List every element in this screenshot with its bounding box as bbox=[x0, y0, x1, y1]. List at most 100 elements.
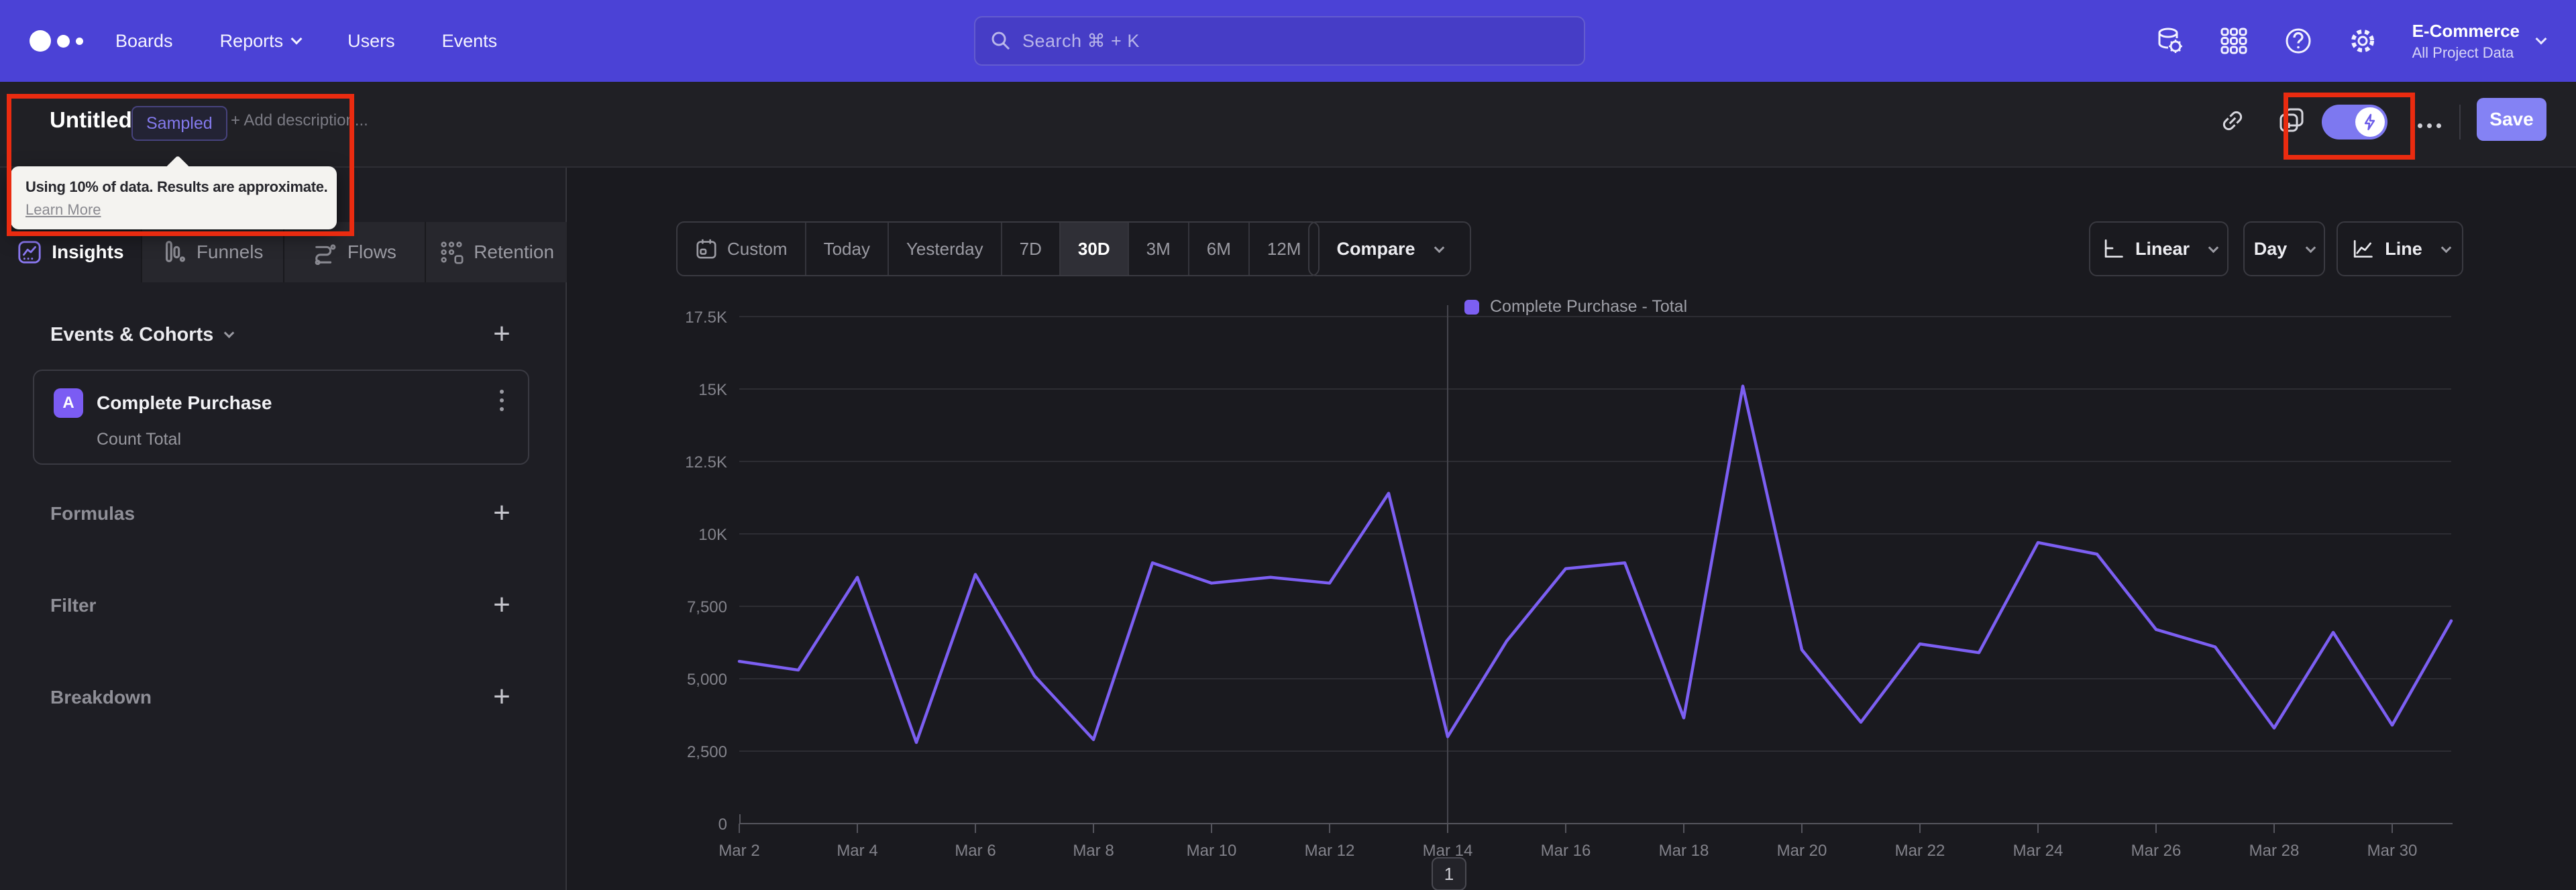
events-cohorts-heading[interactable]: Events & Cohorts bbox=[50, 324, 235, 346]
svg-text:Mar 18: Mar 18 bbox=[1659, 842, 1709, 860]
svg-text:Mar 26: Mar 26 bbox=[2131, 842, 2182, 860]
svg-text:Mar 6: Mar 6 bbox=[955, 842, 996, 860]
linear-scale-icon bbox=[2104, 239, 2123, 258]
nav-item-boards[interactable]: Boards bbox=[115, 31, 173, 52]
retention-icon bbox=[441, 241, 464, 264]
lightning-bolt-icon bbox=[2364, 113, 2375, 131]
svg-text:15K: 15K bbox=[698, 381, 727, 399]
svg-text:12.5K: 12.5K bbox=[685, 453, 727, 471]
search-placeholder: Search ⌘ + K bbox=[1022, 30, 1140, 51]
svg-text:Mar 2: Mar 2 bbox=[718, 842, 759, 860]
event-metric[interactable]: Count Total bbox=[97, 430, 181, 449]
range-yesterday[interactable]: Yesterday bbox=[887, 223, 1001, 275]
event-letter-badge: A bbox=[54, 388, 83, 418]
search-input[interactable]: Search ⌘ + K bbox=[974, 16, 1585, 66]
apps-grid-icon[interactable] bbox=[2219, 26, 2249, 56]
svg-text:Mar 8: Mar 8 bbox=[1073, 842, 1114, 860]
flows-icon bbox=[315, 244, 336, 265]
tab-retention[interactable]: Retention bbox=[425, 222, 567, 282]
date-range-control: Custom Today Yesterday 7D 30D 3M 6M 12M bbox=[676, 221, 1320, 276]
chevron-down-icon bbox=[224, 327, 235, 339]
svg-text:5,000: 5,000 bbox=[687, 671, 727, 689]
range-3m[interactable]: 3M bbox=[1127, 223, 1188, 275]
chevron-down-icon bbox=[290, 33, 303, 45]
project-name: E-Commerce bbox=[2412, 20, 2520, 41]
data-management-icon[interactable] bbox=[2155, 26, 2184, 56]
svg-text:17.5K: 17.5K bbox=[685, 309, 727, 327]
add-filter-button[interactable]: + bbox=[487, 590, 517, 621]
save-button[interactable]: Save bbox=[2477, 98, 2546, 141]
tab-funnels[interactable]: Funnels bbox=[140, 222, 283, 282]
search-icon bbox=[991, 32, 1010, 50]
sampled-badge[interactable]: Sampled bbox=[131, 106, 227, 141]
interval-selector[interactable]: Day bbox=[2243, 221, 2325, 276]
mixpanel-logo-icon[interactable] bbox=[30, 30, 83, 52]
nav-item-users[interactable]: Users bbox=[347, 31, 395, 52]
workspace: Insights Funnels Flows Retention Events … bbox=[0, 168, 2576, 890]
svg-text:2,500: 2,500 bbox=[687, 743, 727, 761]
range-today[interactable]: Today bbox=[804, 223, 888, 275]
event-options-button[interactable] bbox=[500, 390, 504, 411]
learn-more-link[interactable]: Learn More bbox=[25, 201, 101, 219]
svg-text:Mar 28: Mar 28 bbox=[2249, 842, 2300, 860]
project-selector[interactable]: E-Commerce All Project Data bbox=[2412, 20, 2547, 62]
svg-text:Mar 24: Mar 24 bbox=[2013, 842, 2063, 860]
chart-type-selector[interactable]: Line bbox=[2337, 221, 2463, 276]
copy-link-icon[interactable] bbox=[2218, 106, 2247, 135]
svg-text:Mar 4: Mar 4 bbox=[837, 842, 877, 860]
range-7d[interactable]: 7D bbox=[1000, 223, 1059, 275]
more-options-button[interactable] bbox=[2418, 123, 2441, 128]
svg-text:0: 0 bbox=[718, 816, 727, 834]
svg-text:10K: 10K bbox=[698, 526, 727, 544]
pagination-page-1[interactable]: 1 bbox=[1432, 857, 1466, 890]
svg-text:7,500: 7,500 bbox=[687, 598, 727, 616]
svg-text:Mar 20: Mar 20 bbox=[1777, 842, 1827, 860]
funnels-icon bbox=[165, 241, 185, 262]
event-card[interactable]: A Complete Purchase Count Total bbox=[33, 370, 529, 465]
compare-button[interactable]: Compare bbox=[1308, 221, 1471, 276]
project-scope: All Project Data bbox=[2412, 44, 2514, 61]
mixpanel-insights-screen: Boards Reports Users Events Search ⌘ + K bbox=[0, 0, 2576, 890]
section-formulas: Formulas bbox=[50, 503, 136, 524]
scale-selector[interactable]: Linear bbox=[2089, 221, 2229, 276]
nav-item-reports[interactable]: Reports bbox=[220, 31, 303, 52]
tab-flows[interactable]: Flows bbox=[282, 222, 425, 282]
add-event-button[interactable]: + bbox=[487, 319, 517, 350]
add-description[interactable]: + Add description... bbox=[231, 111, 368, 130]
chevron-down-icon bbox=[2535, 33, 2547, 45]
help-icon[interactable] bbox=[2284, 26, 2313, 56]
svg-text:Mar 22: Mar 22 bbox=[1895, 842, 1945, 860]
range-custom[interactable]: Custom bbox=[678, 223, 805, 275]
divider bbox=[2459, 105, 2461, 140]
line-chart-icon bbox=[2354, 239, 2373, 258]
section-filter: Filter bbox=[50, 595, 97, 616]
svg-text:Mar 16: Mar 16 bbox=[1541, 842, 1591, 860]
svg-text:Mar 12: Mar 12 bbox=[1305, 842, 1355, 860]
svg-text:Mar 10: Mar 10 bbox=[1187, 842, 1237, 860]
nav-right-group: E-Commerce All Project Data bbox=[2155, 0, 2576, 82]
range-6m[interactable]: 6M bbox=[1187, 223, 1248, 275]
top-nav: Boards Reports Users Events Search ⌘ + K bbox=[0, 0, 2576, 82]
range-30d[interactable]: 30D bbox=[1059, 223, 1128, 275]
report-tabs: Insights Funnels Flows Retention bbox=[0, 222, 567, 282]
line-chart[interactable]: 0 2,500 5,000 7,500 10K 12.5K 15K 17.5K Mar 2 Mar… bbox=[669, 288, 2481, 879]
sampling-tooltip-text: Using 10% of data. Results are approxima… bbox=[25, 178, 328, 195]
insights-icon bbox=[18, 241, 41, 264]
add-breakdown-button[interactable]: + bbox=[487, 682, 517, 713]
report-header: Untitled Sampled + Add description... Sa bbox=[0, 82, 2576, 168]
chart-area: Custom Today Yesterday 7D 30D 3M 6M 12M … bbox=[567, 168, 2576, 890]
calendar-icon bbox=[696, 239, 716, 259]
add-formula-button[interactable]: + bbox=[487, 498, 517, 529]
nav-menu: Boards Reports Users Events bbox=[115, 31, 497, 52]
nav-item-events[interactable]: Events bbox=[442, 31, 498, 52]
section-breakdown: Breakdown bbox=[50, 687, 152, 708]
sampling-tooltip: Using 10% of data. Results are approxima… bbox=[11, 155, 337, 229]
query-sidebar: Insights Funnels Flows Retention Events … bbox=[0, 168, 567, 890]
boost-toggle[interactable] bbox=[2322, 105, 2387, 140]
copy-to-board-icon[interactable] bbox=[2277, 106, 2307, 135]
settings-gear-icon[interactable] bbox=[2348, 26, 2377, 56]
svg-text:Mar 30: Mar 30 bbox=[2367, 842, 2418, 860]
event-name: Complete Purchase bbox=[97, 392, 272, 413]
tab-insights[interactable]: Insights bbox=[0, 222, 141, 282]
report-title[interactable]: Untitled bbox=[50, 107, 132, 133]
